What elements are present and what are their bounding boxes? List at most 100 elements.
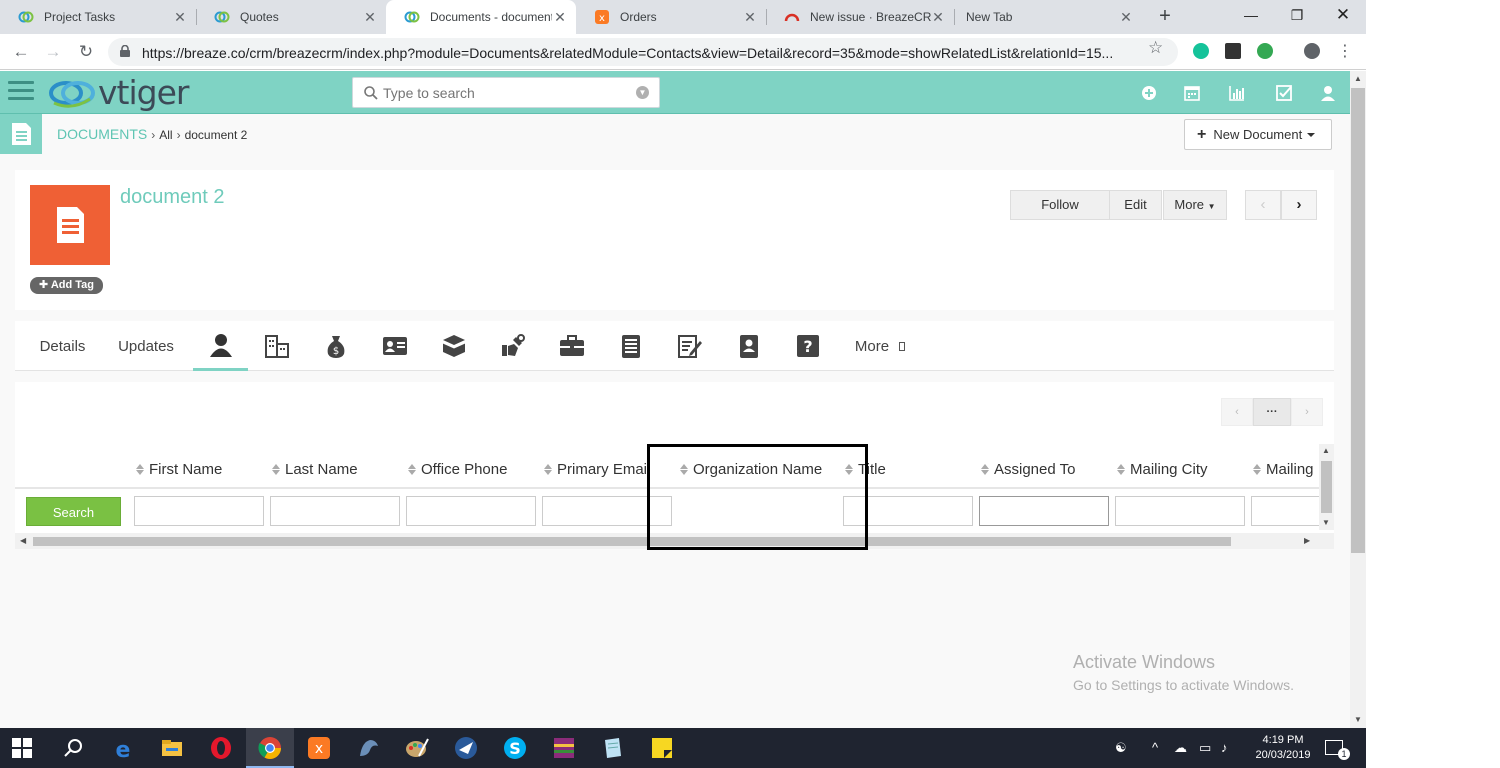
thunderbird-icon[interactable]: [454, 736, 478, 760]
close-window-icon[interactable]: ✕: [1328, 4, 1358, 26]
tab-project-tasks[interactable]: Project Tasks ✕: [0, 0, 196, 34]
mysql-workbench-icon[interactable]: [356, 736, 380, 760]
advanced-search-chevron-icon[interactable]: ▼: [636, 86, 649, 99]
reload-icon[interactable]: ↻: [75, 41, 97, 63]
filter-assigned-to-input[interactable]: [979, 496, 1109, 526]
calendar-icon[interactable]: [1183, 84, 1201, 102]
tasks-checkbox-icon[interactable]: [1275, 84, 1293, 102]
column-header-first-name[interactable]: First Name: [136, 461, 222, 478]
breadcrumb-filter[interactable]: All: [159, 128, 172, 142]
tab-vendors[interactable]: [725, 321, 773, 371]
scroll-up-icon[interactable]: ▲: [1322, 446, 1330, 455]
paint-icon[interactable]: [405, 736, 429, 760]
tab-quotes[interactable]: [666, 321, 714, 371]
restore-icon[interactable]: ❐: [1282, 4, 1312, 26]
search-icon[interactable]: [62, 736, 86, 760]
tab-details[interactable]: Details: [25, 321, 100, 371]
quick-create-icon[interactable]: [1140, 84, 1158, 102]
user-profile-icon[interactable]: [1319, 84, 1337, 102]
system-clock[interactable]: 4:19 PM 20/03/2019: [1243, 733, 1323, 763]
filter-mailing-city-input[interactable]: [1115, 496, 1245, 526]
scrollbar-thumb[interactable]: [1351, 88, 1365, 553]
file-explorer-icon[interactable]: [160, 736, 184, 760]
grammarly-alt-extension-icon[interactable]: [1257, 43, 1273, 59]
previous-record-icon[interactable]: ‹: [1245, 190, 1281, 220]
chrome-browser-icon[interactable]: [258, 736, 282, 760]
filter-mailing-input[interactable]: [1251, 496, 1319, 526]
next-record-icon[interactable]: ›: [1281, 190, 1317, 220]
next-page-icon[interactable]: ›: [1291, 398, 1323, 426]
column-header-assigned-to[interactable]: Assigned To: [981, 461, 1075, 478]
selenium-extension-icon[interactable]: [1225, 43, 1241, 59]
minimize-icon[interactable]: —: [1236, 4, 1266, 26]
scrollbar-thumb[interactable]: [33, 537, 1231, 546]
close-tab-icon[interactable]: ✕: [742, 9, 758, 25]
global-search[interactable]: ▼: [352, 77, 660, 108]
scrollbar-thumb[interactable]: [1321, 461, 1332, 513]
forward-icon[interactable]: →: [42, 41, 64, 63]
xampp-icon[interactable]: x: [307, 736, 331, 760]
scroll-down-icon[interactable]: ▼: [1354, 715, 1362, 724]
volume-icon[interactable]: ♪: [1221, 740, 1228, 755]
filter-office-phone-input[interactable]: [406, 496, 536, 526]
tab-deals[interactable]: $: [312, 321, 360, 371]
column-header-mailing[interactable]: Mailing: [1253, 461, 1314, 478]
tab-new-issue[interactable]: New issue · BreazeCRM ✕: [766, 0, 954, 34]
close-tab-icon[interactable]: ✕: [1118, 9, 1134, 25]
column-header-office-phone[interactable]: Office Phone: [408, 461, 507, 478]
tab-projects[interactable]: [548, 321, 596, 371]
browser-menu-icon[interactable]: ⋮: [1334, 41, 1356, 63]
reports-chart-icon[interactable]: [1228, 84, 1246, 102]
tab-faq[interactable]: ?: [784, 321, 832, 371]
previous-page-icon[interactable]: ‹: [1221, 398, 1253, 426]
tab-products[interactable]: [430, 321, 478, 371]
global-search-input[interactable]: [383, 84, 633, 102]
breadcrumb-module[interactable]: DOCUMENTS: [57, 126, 147, 142]
edit-button[interactable]: Edit: [1110, 190, 1162, 220]
onedrive-cloud-icon[interactable]: ☁: [1174, 740, 1187, 756]
vtiger-logo[interactable]: vtiger: [46, 73, 201, 112]
follow-button[interactable]: Follow: [1010, 190, 1110, 220]
close-tab-icon[interactable]: ✕: [930, 9, 946, 25]
notepad-icon[interactable]: [601, 736, 625, 760]
list-vertical-scrollbar[interactable]: ▲ ▼: [1319, 444, 1334, 530]
page-jump-button[interactable]: ···: [1253, 398, 1291, 426]
scroll-up-icon[interactable]: ▲: [1354, 74, 1362, 83]
profile-icon[interactable]: [1304, 43, 1320, 59]
address-bar[interactable]: https://breaze.co/crm/breazecrm/index.ph…: [108, 38, 1178, 66]
documents-module-icon[interactable]: [0, 114, 42, 154]
tab-quotes[interactable]: Quotes ✕: [196, 0, 386, 34]
tab-documents[interactable]: Documents - document ✕: [386, 0, 576, 34]
filter-first-name-input[interactable]: [134, 496, 264, 526]
close-tab-icon[interactable]: ✕: [552, 9, 568, 25]
scroll-down-icon[interactable]: ▼: [1322, 518, 1330, 527]
windows-start-icon[interactable]: [12, 738, 32, 758]
tab-updates[interactable]: Updates: [107, 321, 185, 371]
tray-chevron-up-icon[interactable]: ^: [1152, 740, 1158, 755]
tab-leads[interactable]: [371, 321, 419, 371]
back-icon[interactable]: ←: [10, 41, 32, 63]
column-header-mailing-city[interactable]: Mailing City: [1117, 461, 1208, 478]
scroll-left-icon[interactable]: ◀: [20, 536, 26, 545]
list-search-button[interactable]: Search: [26, 497, 121, 526]
tab-organizations[interactable]: [253, 321, 301, 371]
tab-orders[interactable]: x Orders ✕: [576, 0, 766, 34]
action-center-icon[interactable]: 1: [1325, 740, 1350, 760]
skype-icon[interactable]: S: [503, 736, 527, 760]
grammarly-extension-icon[interactable]: [1193, 43, 1209, 59]
winrar-icon[interactable]: [552, 736, 576, 760]
more-actions-button[interactable]: More ▼: [1163, 190, 1227, 220]
tab-contacts[interactable]: [193, 321, 248, 371]
tab-invoices[interactable]: [607, 321, 655, 371]
page-vertical-scrollbar[interactable]: ▲ ▼: [1350, 71, 1366, 728]
filter-last-name-input[interactable]: [270, 496, 400, 526]
new-document-button[interactable]: + New Document: [1184, 119, 1332, 150]
add-tag-button[interactable]: ✚ Add Tag: [30, 277, 103, 294]
menu-hamburger-icon[interactable]: [8, 81, 34, 103]
column-header-primary-email[interactable]: Primary Email: [544, 461, 652, 478]
column-header-last-name[interactable]: Last Name: [272, 461, 358, 478]
opera-browser-icon[interactable]: [209, 736, 233, 760]
network-icon[interactable]: ▭: [1199, 740, 1211, 756]
tab-more[interactable]: More: [845, 321, 915, 371]
tab-services[interactable]: [489, 321, 537, 371]
